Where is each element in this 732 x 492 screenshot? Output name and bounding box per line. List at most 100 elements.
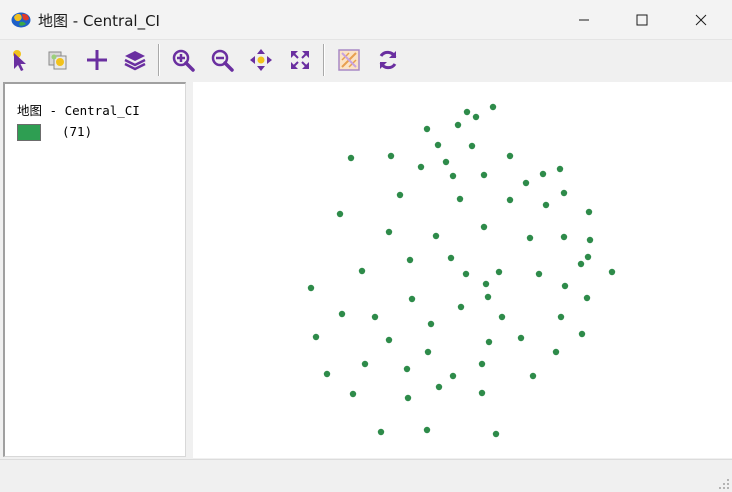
pan-button[interactable] [246, 45, 276, 75]
map-point[interactable] [517, 334, 525, 342]
map-point[interactable] [396, 191, 404, 199]
map-point[interactable] [485, 338, 493, 346]
map-point[interactable] [371, 313, 379, 321]
map-point[interactable] [584, 253, 592, 261]
map-point[interactable] [423, 426, 431, 434]
map-point[interactable] [498, 313, 506, 321]
map-point[interactable] [578, 330, 586, 338]
map-point[interactable] [385, 228, 393, 236]
map-point[interactable] [480, 171, 488, 179]
full-extent-button[interactable] [285, 45, 315, 75]
map-point[interactable] [427, 320, 435, 328]
maximize-button[interactable] [613, 0, 671, 39]
map-point[interactable] [403, 365, 411, 373]
map-point[interactable] [387, 152, 395, 160]
map-point[interactable] [561, 282, 569, 290]
map-point[interactable] [361, 360, 369, 368]
map-point[interactable] [478, 389, 486, 397]
map-point[interactable] [434, 141, 442, 149]
map-point[interactable] [506, 196, 514, 204]
map-point[interactable] [338, 310, 346, 318]
map-point[interactable] [454, 121, 462, 129]
map-point[interactable] [560, 233, 568, 241]
clear-selection-icon [338, 49, 360, 71]
map-point[interactable] [472, 113, 480, 121]
map-point[interactable] [557, 313, 565, 321]
map-point[interactable] [489, 103, 497, 111]
map-point[interactable] [462, 270, 470, 278]
map-points-layer[interactable] [193, 82, 732, 458]
map-point[interactable] [608, 268, 616, 276]
map-point[interactable] [406, 256, 414, 264]
toolbar-separator [323, 44, 325, 76]
map-point[interactable] [560, 189, 568, 197]
map-point[interactable] [542, 201, 550, 209]
map-point[interactable] [586, 236, 594, 244]
map-point[interactable] [468, 142, 476, 150]
map-point[interactable] [336, 210, 344, 218]
legend-symbol-swatch[interactable] [17, 124, 41, 141]
zoom-out-button[interactable] [207, 45, 237, 75]
legend-panel: 地图 - Central_CI (71) [3, 82, 186, 457]
map-point[interactable] [408, 295, 416, 303]
map-point[interactable] [457, 303, 465, 311]
map-point[interactable] [435, 383, 443, 391]
map-point[interactable] [385, 336, 393, 344]
map-point[interactable] [449, 372, 457, 380]
map-point[interactable] [449, 172, 457, 180]
select-tool-button[interactable] [5, 45, 35, 75]
map-point[interactable] [482, 280, 490, 288]
zoom-in-button[interactable] [168, 45, 198, 75]
map-point[interactable] [529, 372, 537, 380]
map-point[interactable] [556, 165, 564, 173]
layers-button[interactable] [120, 45, 150, 75]
map-point[interactable] [526, 234, 534, 242]
maximize-icon [636, 14, 648, 25]
layers-icon [124, 51, 146, 71]
map-point[interactable] [358, 267, 366, 275]
map-point[interactable] [552, 348, 560, 356]
legend-feature-count: (71) [62, 124, 93, 139]
map-point[interactable] [442, 158, 450, 166]
map-point[interactable] [447, 254, 455, 262]
select-tool-icon [13, 50, 26, 71]
refresh-icon [379, 50, 397, 70]
map-point[interactable] [492, 430, 500, 438]
map-point[interactable] [323, 370, 331, 378]
minimize-button[interactable] [555, 0, 613, 39]
map-point[interactable] [577, 260, 585, 268]
identify-tool-button[interactable] [43, 45, 73, 75]
map-point[interactable] [522, 179, 530, 187]
map-point[interactable] [404, 394, 412, 402]
close-button[interactable] [672, 0, 730, 39]
map-point[interactable] [583, 294, 591, 302]
map-point[interactable] [377, 428, 385, 436]
resize-grip-icon[interactable] [718, 478, 730, 490]
map-point[interactable] [535, 270, 543, 278]
minimize-icon [579, 19, 589, 20]
full-extent-icon [291, 51, 309, 69]
legend-layer-title[interactable]: 地图 - Central_CI [17, 100, 140, 119]
map-point[interactable] [585, 208, 593, 216]
map-point[interactable] [480, 223, 488, 231]
map-point[interactable] [456, 195, 464, 203]
map-point[interactable] [417, 163, 425, 171]
clear-selection-button[interactable] [334, 45, 364, 75]
map-point[interactable] [484, 293, 492, 301]
map-point[interactable] [506, 152, 514, 160]
map-point[interactable] [424, 348, 432, 356]
map-point[interactable] [307, 284, 315, 292]
toolbar [0, 40, 732, 80]
map-point[interactable] [312, 333, 320, 341]
map-point[interactable] [495, 268, 503, 276]
add-layer-button[interactable] [82, 45, 112, 75]
map-point[interactable] [432, 232, 440, 240]
map-point[interactable] [423, 125, 431, 133]
refresh-button[interactable] [373, 45, 403, 75]
map-canvas[interactable] [193, 82, 732, 458]
map-point[interactable] [463, 108, 471, 116]
map-point[interactable] [539, 170, 547, 178]
map-point[interactable] [349, 390, 357, 398]
map-point[interactable] [347, 154, 355, 162]
map-point[interactable] [478, 360, 486, 368]
